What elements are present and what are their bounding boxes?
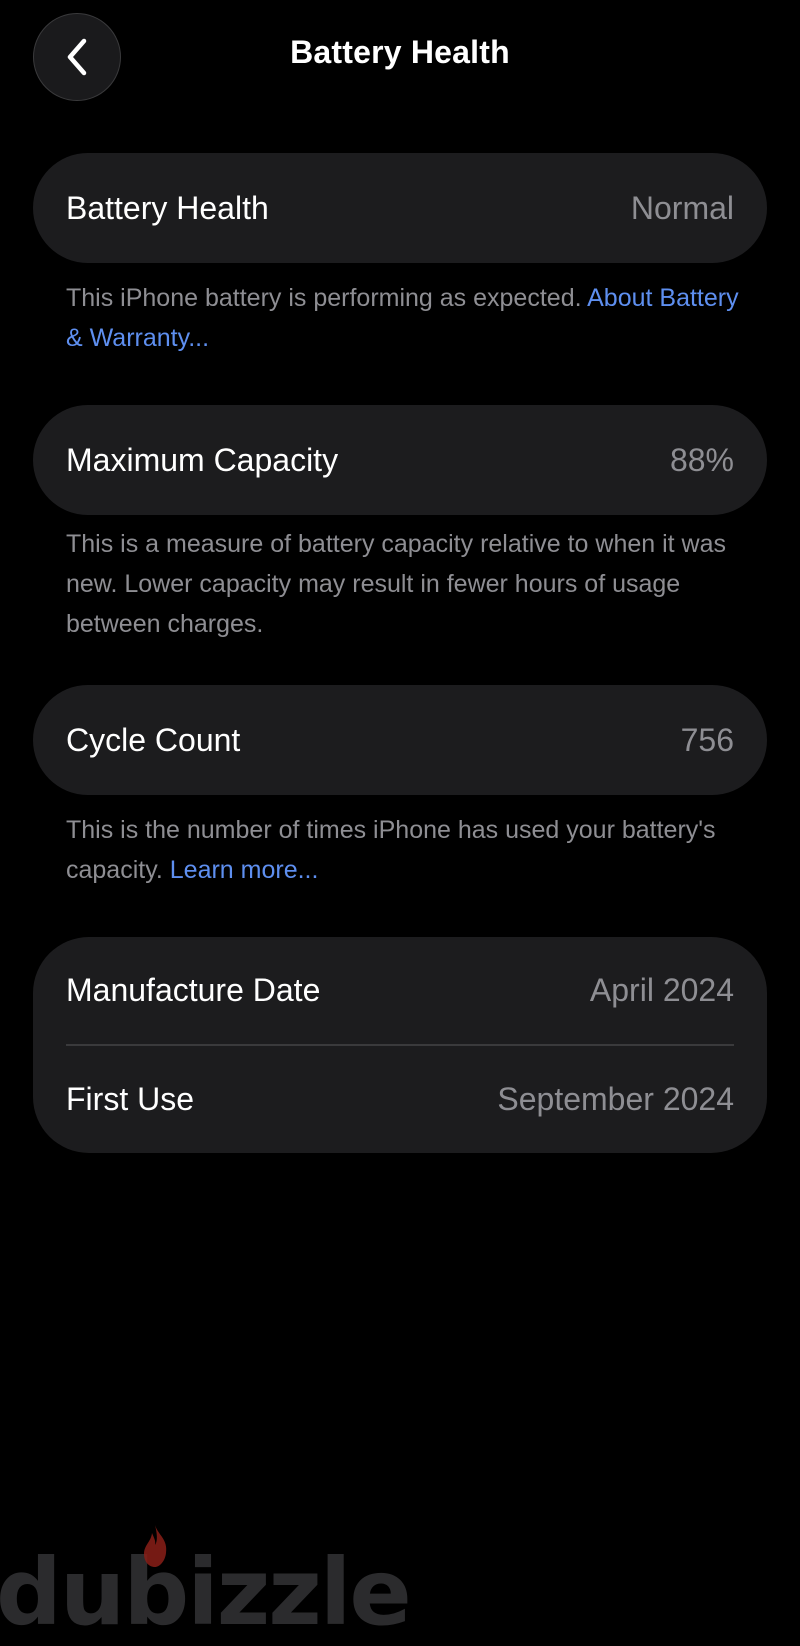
dubizzle-watermark: dubizzle	[0, 1515, 412, 1646]
manufacture-date-row: Manufacture Date April 2024	[33, 937, 767, 1044]
battery-health-label: Battery Health	[66, 189, 269, 226]
maximum-capacity-label: Maximum Capacity	[66, 441, 339, 478]
learn-more-link[interactable]: Learn more...	[170, 856, 319, 884]
cycle-count-footnote: This is the number of times iPhone has u…	[66, 810, 746, 890]
cycle-count-footnote-text: This is the number of times iPhone has u…	[66, 816, 716, 884]
battery-health-row: Battery Health Normal	[33, 153, 767, 263]
cycle-count-card: Cycle Count 756	[33, 685, 767, 795]
manufacture-date-label: Manufacture Date	[66, 972, 321, 1008]
first-use-value: September 2024	[497, 1080, 734, 1117]
maximum-capacity-card: Maximum Capacity 88%	[33, 405, 767, 515]
battery-dates-card: Manufacture Date April 2024 First Use Se…	[33, 937, 767, 1153]
first-use-label: First Use	[66, 1080, 194, 1117]
maximum-capacity-row: Maximum Capacity 88%	[33, 405, 767, 515]
battery-health-footnote: This iPhone battery is performing as exp…	[66, 278, 746, 358]
maximum-capacity-value: 88%	[669, 441, 734, 478]
flame-icon	[144, 1525, 167, 1567]
cycle-count-label: Cycle Count	[66, 721, 241, 758]
manufacture-date-value: April 2024	[589, 972, 734, 1008]
cycle-count-value: 756	[680, 721, 734, 758]
battery-health-footnote-text: This iPhone battery is performing as exp…	[66, 284, 582, 312]
watermark-text: dubizzle	[0, 1539, 412, 1646]
maximum-capacity-footnote: This is a measure of battery capacity re…	[66, 530, 727, 638]
cycle-count-row: Cycle Count 756	[33, 685, 767, 795]
battery-health-card: Battery Health Normal	[33, 153, 767, 263]
battery-health-value: Normal	[630, 189, 734, 226]
navigation-bar: Battery Health	[0, 0, 800, 115]
first-use-row: First Use September 2024	[33, 1046, 767, 1153]
page-title: Battery Health	[290, 34, 510, 70]
